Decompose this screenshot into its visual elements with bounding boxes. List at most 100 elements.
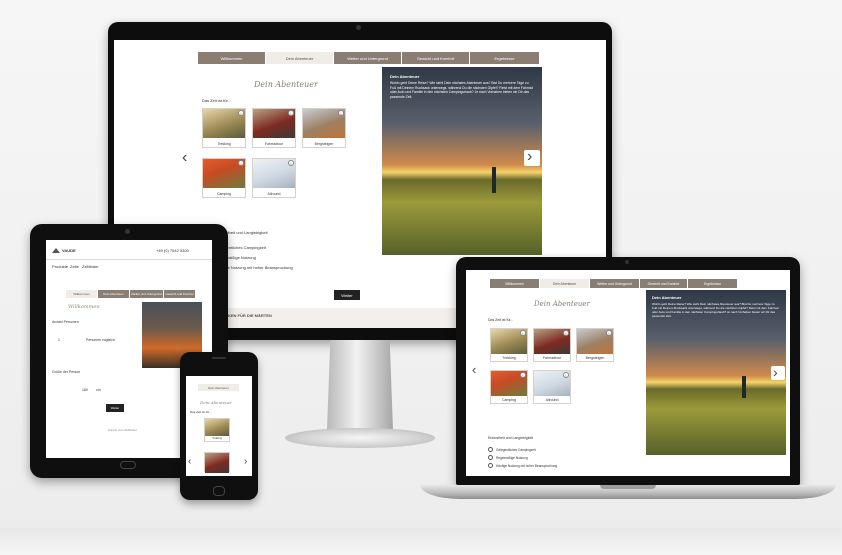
desktop-tab-bar: Willkommen Dein Abenteuer Wetter und Unt… [198, 52, 540, 64]
home-button[interactable] [120, 461, 136, 469]
tab-wetter-und-untergrund[interactable]: Wetter und Untergrund [334, 52, 402, 64]
laptop-notch [600, 485, 656, 489]
next-arrow-icon[interactable]: › [244, 454, 247, 470]
tab-gewicht-und-komfort[interactable]: Gewicht und Komfort [402, 52, 470, 64]
question-persons: Anzahl Personen [52, 320, 79, 324]
breadcrumb-2[interactable]: Zelte [70, 264, 79, 269]
tab-gewicht-und-komfort[interactable]: Gewicht und Komfort [640, 279, 688, 288]
laptop-description-box: Dein Abenteuer Wohin geht Deine Reise? W… [652, 295, 780, 319]
option-allround[interactable]: i Allround [252, 158, 296, 198]
tab-gewicht-und-komfort[interactable]: Gewicht und Komfort [164, 290, 196, 298]
description-heading: Dein Abenteuer [652, 295, 682, 300]
phone-option-trekking[interactable]: Trekking [204, 418, 230, 442]
tab-ergebnisse[interactable]: Ergebnisse [688, 279, 738, 288]
camera-icon [356, 25, 361, 30]
info-icon[interactable]: i [520, 372, 526, 378]
info-icon[interactable]: i [288, 160, 294, 166]
camera-icon [625, 260, 629, 264]
tablet-tab-bar: Willkommen Dein Abenteuer Wetter und Unt… [66, 290, 196, 298]
info-icon[interactable]: i [238, 160, 244, 166]
option-camping[interactable]: i Camping [202, 158, 246, 198]
option-label: Camping [216, 192, 231, 196]
persons-value[interactable]: 1 [58, 338, 60, 342]
tab-dein-abenteuer[interactable]: Dein Abenteuer [540, 279, 590, 288]
phone-number: +49 (0) 7542 5300 [156, 248, 189, 253]
tab-willkommen[interactable]: Willkommen [66, 290, 98, 298]
option-trekking[interactable]: i Trekking [202, 108, 246, 148]
next-arrow-icon: › [527, 148, 533, 165]
option-label: Trekking [212, 437, 222, 440]
laptop-durability-option-3[interactable]: Häufige Nutzung mit hoher Beanspruchung [496, 464, 557, 468]
prev-arrow-icon[interactable]: ‹ [182, 150, 187, 166]
tab-willkommen[interactable]: Willkommen [198, 52, 266, 64]
question-label: Das Zelt ist für... [202, 98, 231, 103]
tablet-header: VAUDE +49 (0) 7542 5300 [46, 240, 212, 260]
tablet-section-title: Willkommen [68, 304, 100, 310]
description-heading: Dein Abenteuer [390, 74, 420, 79]
laptop-option-fahrradtour[interactable]: i Fahrradtour [533, 328, 571, 362]
next-arrow-button[interactable]: › [524, 148, 540, 166]
tab-dein-abenteuer[interactable]: Dein Abenteuer [198, 384, 240, 391]
durability-radio-3[interactable] [488, 463, 493, 468]
info-icon[interactable]: i [563, 330, 569, 336]
laptop-option-trekking[interactable]: i Trekking [490, 328, 528, 362]
option-label: Camping [501, 398, 516, 402]
monitor-stand-neck [327, 340, 393, 430]
durability-radio-2[interactable] [488, 455, 493, 460]
laptop-durability-title: Robustheit und Langlebigkeit [488, 436, 534, 440]
phone-screen: Dein Abenteuer Dein Abenteuer Das Zelt i… [186, 376, 252, 476]
brand-name: VAUDE [62, 248, 76, 253]
tab-wetter-und-untergrund[interactable]: Wetter und Untergrund [130, 290, 164, 298]
tab-dein-abenteuer[interactable]: Dein Abenteuer [98, 290, 130, 298]
tablet-next-button[interactable]: Weiter [106, 404, 124, 412]
option-bergsteigen[interactable]: i Bergsteigen [302, 108, 346, 148]
laptop-option-camping[interactable]: i Camping [490, 370, 528, 404]
height-value[interactable]: 180 [82, 388, 88, 392]
laptop-adventure-photo: Dein Abenteuer Wohin geht Deine Reise? W… [646, 290, 786, 455]
tab-willkommen[interactable]: Willkommen [490, 279, 540, 288]
bike-tour-photo [205, 453, 229, 473]
tab-ergebnisse[interactable]: Ergebnisse [470, 52, 540, 64]
tab-dein-abenteuer[interactable]: Dein Abenteuer [266, 52, 334, 64]
info-icon[interactable]: i [338, 110, 344, 116]
monitor-stand-base [285, 428, 435, 448]
info-icon[interactable]: i [606, 330, 612, 336]
phone-question: Das Zelt ist für... [190, 410, 212, 414]
option-label: Fahrradtour [542, 356, 562, 360]
option-label: Trekking [217, 142, 231, 146]
laptop-option-allround[interactable]: i Allround [533, 370, 571, 404]
option-fahrradtour[interactable]: i Fahrradtour [252, 108, 296, 148]
home-button[interactable] [213, 486, 225, 496]
next-arrow-icon: › [773, 364, 778, 380]
trekking-photo [205, 419, 229, 436]
tablet-footer-link[interactable]: Zurück zum Zeltfinder [108, 428, 137, 432]
option-label: Allround [267, 192, 281, 196]
hiker-silhouette [742, 376, 746, 398]
next-button[interactable]: Weiter [334, 290, 360, 300]
laptop-screen: Willkommen Dein Abenteuer Wetter und Unt… [466, 270, 790, 476]
question-height: Größe der Person [52, 370, 81, 374]
option-label: Bergsteigen [314, 142, 334, 146]
laptop-durability-option-2[interactable]: Regelmäßige Nutzung [496, 456, 528, 460]
prev-arrow-icon[interactable]: ‹ [472, 362, 476, 378]
phone-tab-bar: Dein Abenteuer [198, 384, 240, 391]
info-icon[interactable]: i [238, 110, 244, 116]
tab-wetter-und-untergrund[interactable]: Wetter und Untergrund [590, 279, 640, 288]
info-icon[interactable]: i [520, 330, 526, 336]
info-icon[interactable]: i [563, 372, 569, 378]
info-icon[interactable]: i [288, 110, 294, 116]
laptop-durability-option-1[interactable]: Gelegentliches Campingzelt [496, 448, 536, 452]
breadcrumb-3[interactable]: Zeltfinder [82, 264, 99, 269]
description-text: Wohin geht Deine Reise? Wie sieht Dein n… [390, 81, 533, 99]
hiker-silhouette [492, 167, 496, 193]
phone-option-fahrradtour[interactable] [204, 452, 230, 473]
description-box: Dein Abenteuer Wohin geht Deine Reise? W… [390, 74, 535, 99]
height-unit: cm [96, 388, 101, 392]
breadcrumb-1[interactable]: Produkte [52, 264, 68, 269]
laptop-option-bergsteigen[interactable]: i Bergsteigen [576, 328, 614, 362]
option-label: Trekking [502, 356, 516, 360]
laptop-next-arrow-button[interactable]: › [771, 364, 785, 380]
laptop-section-title: Dein Abenteuer [534, 300, 590, 308]
prev-arrow-icon[interactable]: ‹ [188, 454, 191, 470]
durability-radio-1[interactable] [488, 447, 493, 452]
